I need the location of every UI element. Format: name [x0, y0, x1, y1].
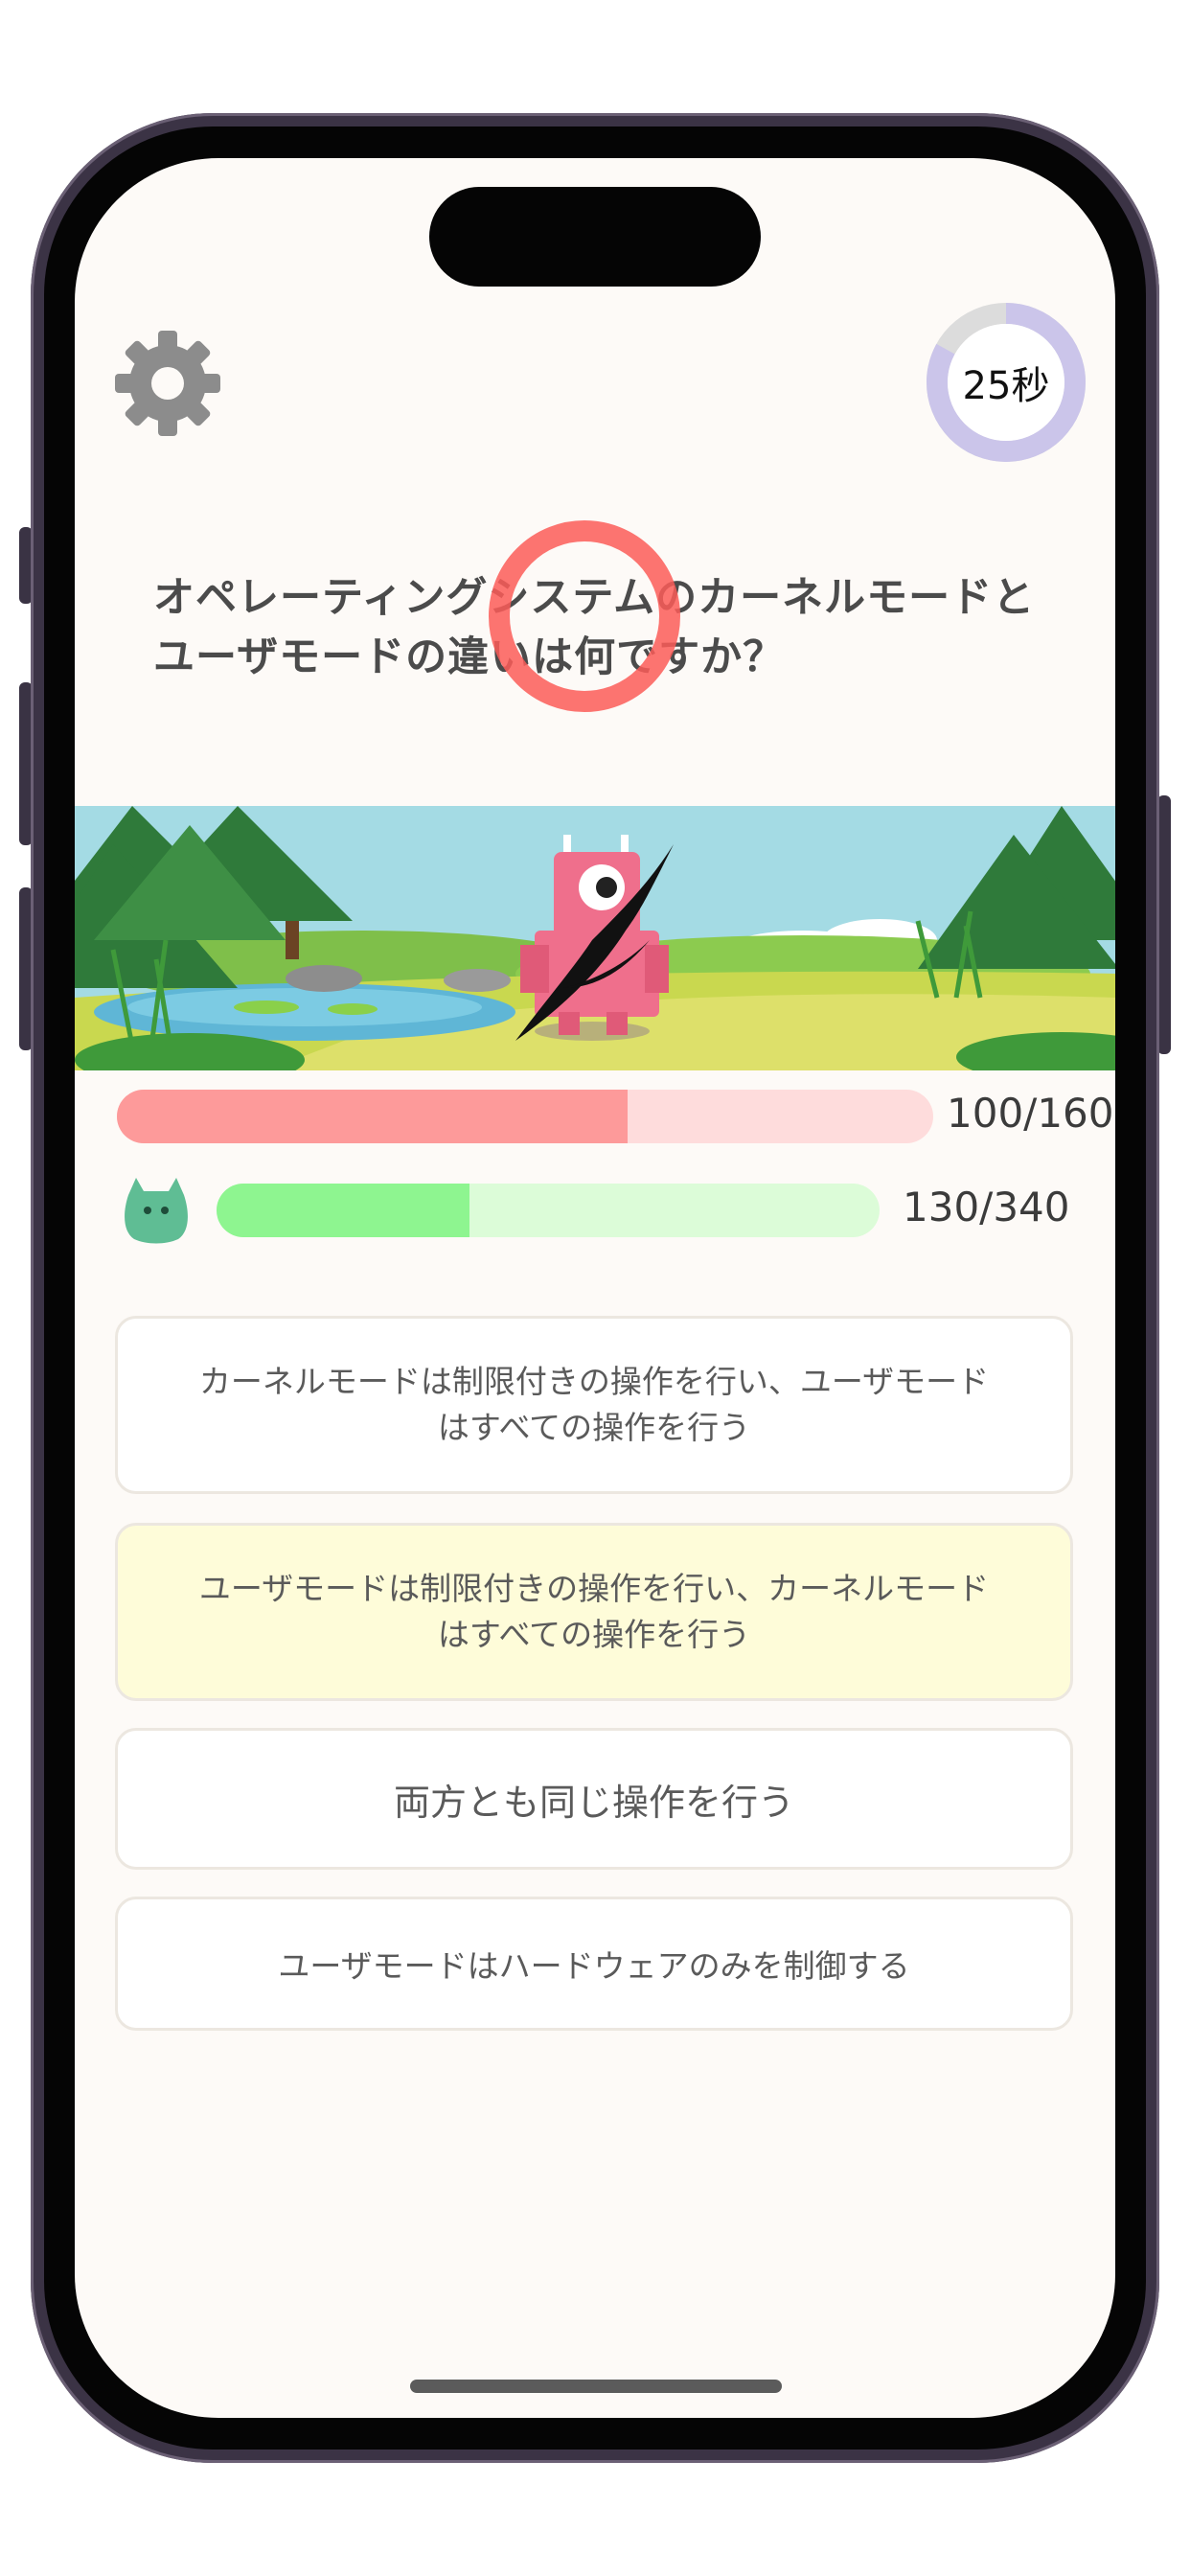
- home-indicator[interactable]: [410, 2380, 782, 2393]
- answer-option-1[interactable]: カーネルモードは制限付きの操作を行い、ユーザモード はすべての操作を行う: [115, 1316, 1073, 1494]
- app-screen: 25秒 オペレーティングシステムのカーネルモードと ユーザモードの違いは何ですか…: [75, 158, 1115, 2418]
- answer-option-2-line-2: はすべての操作を行う: [437, 1616, 751, 1653]
- answer-option-1-line-1: カーネルモードは制限付きの操作を行い、ユーザモード: [198, 1363, 990, 1400]
- answer-option-3-label: 両方とも同じ操作を行う: [393, 1781, 794, 1824]
- player-hp-bar: [217, 1184, 880, 1237]
- power-button: [1157, 795, 1171, 1054]
- answer-option-2[interactable]: ユーザモードは制限付きの操作を行い、カーネルモード はすべての操作を行う: [115, 1523, 1073, 1701]
- battle-scene: [75, 806, 1115, 1070]
- answer-option-2-line-1: ユーザモードは制限付きの操作を行い、カーネルモード: [198, 1570, 990, 1607]
- enemy-hp-text: 100/160: [947, 1090, 1114, 1137]
- answer-option-4-label: ユーザモードはハードウェアのみを制御する: [278, 1947, 910, 1985]
- answer-option-4[interactable]: ユーザモードはハードウェアのみを制御する: [115, 1897, 1073, 2031]
- answer-option-1-line-2: はすべての操作を行う: [437, 1409, 751, 1446]
- countdown-timer: 25秒: [926, 302, 1087, 463]
- enemy-hp-bar: [117, 1090, 933, 1143]
- timer-label: 25秒: [962, 364, 1050, 408]
- answer-option-3[interactable]: 両方とも同じ操作を行う: [115, 1728, 1073, 1870]
- enemy-hp-fill: [117, 1090, 628, 1143]
- green-slime-icon: [123, 1174, 190, 1245]
- player-hp-text: 130/340: [903, 1184, 1070, 1230]
- dynamic-island: [429, 187, 761, 287]
- player-hp-fill: [217, 1184, 470, 1237]
- wrong-circle-icon: [489, 520, 680, 712]
- gear-icon[interactable]: [113, 329, 222, 438]
- pink-cyclops-monster-icon: [515, 825, 674, 1046]
